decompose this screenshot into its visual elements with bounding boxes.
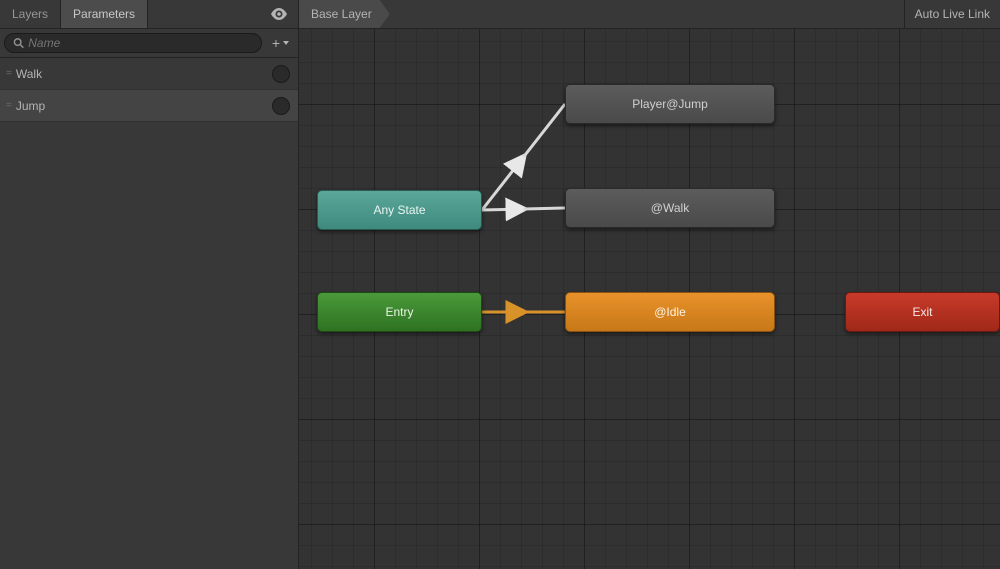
node-idle[interactable]: @Idle	[565, 292, 775, 332]
parameter-toggle[interactable]	[272, 97, 290, 115]
parameter-label: Jump	[16, 99, 272, 113]
parameter-list: = Walk = Jump	[0, 58, 298, 569]
node-player-jump[interactable]: Player@Jump	[565, 84, 775, 124]
tab-label: Layers	[12, 7, 48, 21]
chevron-down-icon	[282, 39, 290, 47]
node-any-state[interactable]: Any State	[317, 190, 482, 230]
search-icon	[13, 37, 24, 49]
parameter-toggle[interactable]	[272, 65, 290, 83]
add-parameter-button[interactable]: +	[268, 35, 294, 51]
drag-handle-icon[interactable]: =	[6, 100, 10, 111]
search-row: +	[0, 29, 298, 58]
node-walk[interactable]: @Walk	[565, 188, 775, 228]
visibility-icon[interactable]	[260, 0, 298, 28]
node-exit[interactable]: Exit	[845, 292, 1000, 332]
breadcrumb-label: Base Layer	[311, 7, 372, 21]
button-label: Auto Live Link	[915, 7, 990, 21]
search-input[interactable]	[28, 36, 253, 50]
tab-label: Parameters	[73, 7, 135, 21]
parameter-item[interactable]: = Jump	[0, 90, 298, 122]
parameter-label: Walk	[16, 67, 272, 81]
tab-layers[interactable]: Layers	[0, 0, 61, 28]
breadcrumb-row: Base Layer Auto Live Link	[299, 0, 1000, 29]
plus-icon: +	[272, 35, 280, 51]
parameter-item[interactable]: = Walk	[0, 58, 298, 90]
node-label: Any State	[373, 203, 425, 217]
node-label: @Walk	[651, 201, 689, 215]
node-label: @Idle	[654, 305, 686, 319]
node-label: Entry	[385, 305, 413, 319]
node-label: Exit	[912, 305, 932, 319]
tab-parameters[interactable]: Parameters	[61, 0, 148, 28]
panel-tabs: Layers Parameters	[0, 0, 298, 29]
auto-live-link-button[interactable]: Auto Live Link	[904, 0, 1000, 28]
drag-handle-icon[interactable]: =	[6, 68, 10, 79]
search-input-wrapper[interactable]	[4, 33, 262, 53]
animator-graph-panel: Base Layer Auto Live Link Any State Entr…	[299, 0, 1000, 569]
parameters-panel: Layers Parameters +	[0, 0, 299, 569]
node-entry[interactable]: Entry	[317, 292, 482, 332]
node-label: Player@Jump	[632, 97, 708, 111]
animator-canvas[interactable]: Any State Entry Player@Jump @Walk @Idle …	[299, 29, 1000, 569]
breadcrumb[interactable]: Base Layer	[299, 0, 390, 28]
